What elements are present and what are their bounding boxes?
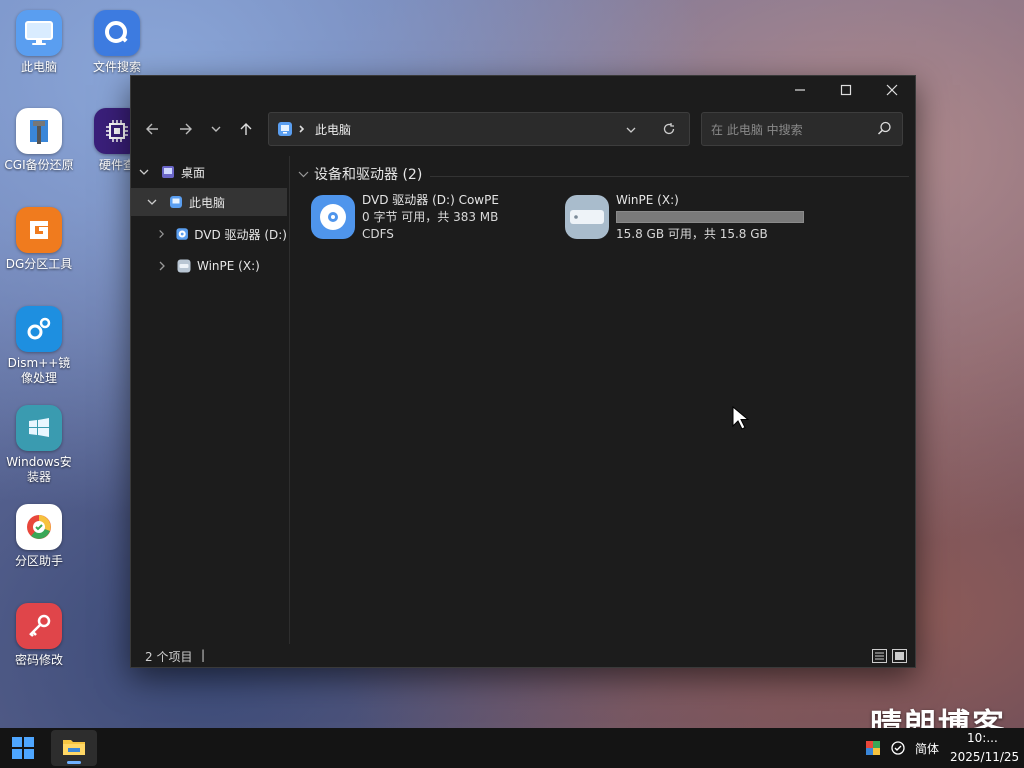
arrow-up-icon [240,123,252,135]
network-flag-icon[interactable] [865,740,881,756]
security-check-icon[interactable] [891,741,905,755]
desktop-icon-label: 密码修改 [14,653,63,667]
forward-button[interactable] [171,112,201,146]
desktop-icon-cgi-backup[interactable]: CGI备份还原 [3,108,75,173]
drive-tile-dvd[interactable]: DVD 驱动器 (D:) CowPE 0 字节 可用，共 383 MB CDFS [308,193,538,250]
windows-start-icon [12,737,34,759]
desktop-icon-label: 文件搜索 [92,60,141,74]
details-view-icon[interactable] [872,649,887,663]
disc-icon [311,195,355,239]
minimize-button[interactable] [777,76,823,104]
drive-name: DVD 驱动器 (D:) CowPE [362,193,499,207]
taskbar: 简体 10:... 2025/11/25 [0,728,1024,768]
pie-chart-icon [16,504,62,550]
hard-drive-icon [177,259,191,273]
desktop-icon-label: 分区助手 [14,554,63,568]
title-bar[interactable] [131,76,915,104]
navigation-pane: 桌面 此电脑 DVD 驱动器 (D:) WinPE (X:) [131,156,290,644]
chevron-down-icon [211,126,221,132]
desktop-icon-dg[interactable]: DG分区工具 [3,207,75,272]
tree-item-label: DVD 驱动器 (D:) [194,227,287,242]
close-button[interactable] [869,76,915,104]
chevron-down-icon[interactable] [139,167,149,177]
key-icon [16,603,62,649]
desktop-icon-label: CGI备份还原 [4,158,74,172]
monitor-icon [16,10,62,56]
tree-item-winpe-drive[interactable]: WinPE (X:) [131,252,287,280]
tree-item-label: 桌面 [181,165,206,180]
desktop-icon-windows-installer[interactable]: Windows安装器 [3,405,75,485]
clock-time[interactable]: 10:... [967,731,998,745]
address-location[interactable]: 此电脑 [315,121,351,138]
tree-item-desktop[interactable]: 桌面 [131,158,287,186]
desktop-folder-icon [162,166,174,178]
up-button[interactable] [231,112,261,146]
group-header[interactable]: 设备和驱动器 (2) [298,164,422,184]
status-separator: | [201,648,206,662]
mouse-cursor-icon [732,406,750,430]
address-bar[interactable]: 此电脑 [268,112,690,146]
recent-locations-button[interactable] [201,112,231,146]
chevron-down-icon[interactable] [625,124,637,136]
maximize-icon [840,84,852,96]
drive-free-space: 0 字节 可用，共 383 MB [362,210,499,224]
search-box[interactable]: 在 此电脑 中搜索 [701,112,903,146]
drive-tile-winpe[interactable]: WinPE (X:) 15.8 GB 可用，共 15.8 GB [564,193,814,250]
desktop-icon-label: Dism++镜像处理 [7,356,71,385]
desktop-icon-partition-assistant[interactable]: 分区助手 [3,504,75,569]
drive-name: WinPE (X:) [616,193,679,207]
disc-icon [176,228,188,240]
navigation-toolbar: 此电脑 在 此电脑 中搜索 [131,112,915,146]
content-pane: 设备和驱动器 (2) DVD 驱动器 (D:) CowPE 0 字节 可用，共 … [290,156,915,644]
desktop-icon-label: Windows安装器 [6,455,72,484]
taskbar-file-explorer[interactable] [51,730,97,766]
ime-indicator[interactable]: 简体 [915,740,939,757]
hammer-tool-icon [16,108,62,154]
search-placeholder: 在 此电脑 中搜索 [711,123,803,137]
chevron-right-icon [299,125,305,133]
dg-logo-icon [16,207,62,253]
group-header-label: 设备和驱动器 (2) [314,167,423,183]
search-app-icon [94,10,140,56]
desktop-icon-label: 此电脑 [20,60,57,74]
explorer-window: 此电脑 在 此电脑 中搜索 桌面 此电脑 DVD 驱动器 (D:) WinPE … [130,75,916,668]
arrow-right-icon [180,123,192,135]
drive-filesystem: CDFS [362,227,394,241]
item-count: 2 个项目 [145,650,193,664]
chevron-down-icon[interactable] [298,169,309,180]
drive-free-space: 15.8 GB 可用，共 15.8 GB [616,227,768,241]
this-pc-icon [170,196,182,208]
maximize-button[interactable] [823,76,869,104]
desktop-icon-password[interactable]: 密码修改 [3,603,75,668]
tree-item-this-pc[interactable]: 此电脑 [131,188,287,216]
tree-item-label: 此电脑 [189,195,226,210]
minimize-icon [795,89,805,91]
hard-drive-icon [565,195,609,239]
desktop-icon-this-pc[interactable]: 此电脑 [3,10,75,75]
chevron-right-icon[interactable] [157,229,166,239]
large-icons-view-icon[interactable] [892,649,907,663]
tree-item-label: WinPE (X:) [197,259,260,273]
close-icon [886,84,898,96]
desktop-icon-file-search[interactable]: 文件搜索 [81,10,153,75]
windows-logo-icon [16,405,62,451]
status-bar: 2 个项目 | [131,645,915,667]
back-button[interactable] [137,112,167,146]
tree-item-dvd-drive[interactable]: DVD 驱动器 (D:) [131,220,287,248]
clock-date[interactable]: 2025/11/25 [950,750,1019,764]
chevron-right-icon[interactable] [157,261,167,271]
desktop-icon-label: DG分区工具 [5,257,73,271]
refresh-icon[interactable] [662,122,676,136]
desktop-icon-dism[interactable]: Dism++镜像处理 [3,306,75,386]
this-pc-icon [278,122,292,136]
drive-usage-bar [616,211,804,223]
search-icon[interactable] [877,121,892,136]
gears-icon [16,306,62,352]
start-button[interactable] [12,737,34,763]
chevron-down-icon[interactable] [147,197,157,207]
active-indicator [67,761,81,764]
folder-icon [63,740,85,755]
group-divider [430,176,909,177]
arrow-left-icon [146,123,158,135]
